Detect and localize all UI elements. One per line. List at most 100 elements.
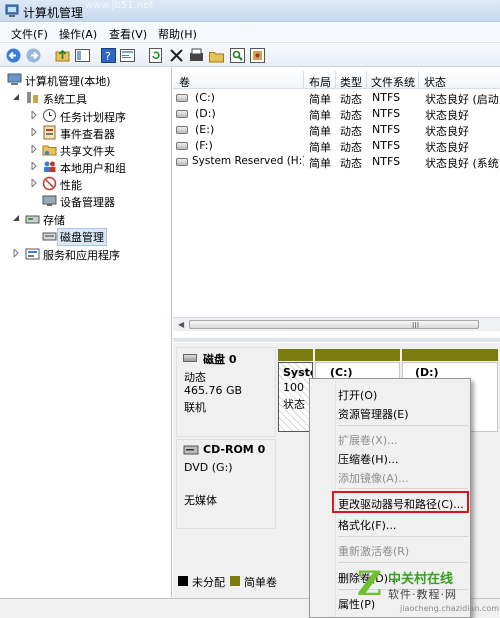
column-header-layout[interactable]: 布局 [309,74,331,90]
scrollbar-thumb[interactable]: III [189,320,479,330]
window-title: 计算机管理 [23,6,84,20]
volume-drive-icon [176,158,188,166]
column-divider[interactable] [335,71,336,89]
tree-item-performance[interactable]: 性能 [0,175,170,193]
volume-status: 状态良好 (启动, [425,93,500,106]
menu-item-change-drive-letter[interactable]: 更改驱动器号和路径(C)... [338,496,464,512]
column-header-type[interactable]: 类型 [340,74,362,90]
collapsed-arrow-icon[interactable] [30,179,38,187]
collapsed-arrow-icon[interactable] [12,249,20,257]
horizontal-scrollbar[interactable]: ◀ III [173,317,500,331]
column-divider[interactable] [366,71,367,89]
navigation-tree: 计算机管理(本地) 系统工具 任务计划程序 事件查看器 共享文件夹 本地用户和组… [0,68,172,598]
volume-layout: 简单 [309,157,331,170]
volume-layout: 简单 [309,109,331,122]
help-icon[interactable]: ? [100,47,117,64]
collapsed-arrow-icon[interactable] [30,162,38,170]
scroll-left-arrow-icon[interactable]: ◀ [178,320,184,329]
cdrom-icon [183,445,199,455]
tree-item-services-applications[interactable]: 服务和应用程序 [0,245,170,263]
column-header-volume[interactable]: 卷 [179,74,190,90]
volume-type: 动态 [340,125,362,138]
tree-label: 事件查看器 [60,128,115,141]
volume-status: 状态良好 [425,141,469,154]
volume-row[interactable]: (E:) 简单 动态 NTFS 状态良好 [173,122,500,138]
forward-icon[interactable] [25,47,42,64]
partition-status: 状态 [283,398,305,411]
volume-row[interactable]: (D:) 简单 动态 NTFS 状态良好 [173,106,500,122]
tree-label: 系统工具 [43,93,87,106]
expanded-arrow-icon[interactable] [12,93,20,101]
volume-drive-icon [176,142,188,150]
toolbar: ? [0,44,500,67]
column-header-filesystem[interactable]: 文件系统 [371,74,415,90]
search-icon[interactable] [229,47,246,64]
tree-item-event-viewer[interactable]: 事件查看器 [0,124,170,142]
tree-label: 磁盘管理 [57,228,107,246]
collapsed-arrow-icon[interactable] [30,128,38,136]
top-watermark: www.jb51.net [85,0,154,11]
volume-status: 状态良好 [425,109,469,122]
tree-item-local-users-groups[interactable]: 本地用户和组 [0,158,170,176]
disk-props-icon[interactable] [188,47,205,64]
properties-icon[interactable] [119,47,136,64]
volume-layout: 简单 [309,93,331,106]
delete-icon[interactable] [168,47,185,64]
disk-size: 465.76 GB [184,384,243,397]
disk-state: 无媒体 [184,494,217,507]
tree-item-shared-folders[interactable]: 共享文件夹 [0,141,170,159]
volume-list-header: 卷 布局 类型 文件系统 状态 [173,71,500,89]
column-divider[interactable] [303,71,304,89]
volume-row[interactable]: System Reserved (H:) 简单 动态 NTFS 状态良好 (系统… [173,154,500,170]
refresh-icon[interactable] [147,47,164,64]
volume-row[interactable]: (F:) 简单 动态 NTFS 状态良好 [173,138,500,154]
menu-item-explorer[interactable]: 资源管理器(E) [338,406,409,422]
show-tree-icon[interactable] [74,47,91,64]
wizard-icon[interactable] [249,47,266,64]
computer-management-icon [5,4,19,17]
volume-drive-icon [176,94,188,102]
tree-item-computer-management[interactable]: 计算机管理(本地) [0,71,170,89]
shared-folder-icon [42,145,57,156]
up-folder-icon[interactable] [54,47,71,64]
tree-item-storage[interactable]: 存储 [0,210,170,228]
volume-layout: 简单 [309,125,331,138]
tree-item-disk-management[interactable]: 磁盘管理 [0,227,170,246]
menu-action[interactable]: 操作(A) [59,26,97,42]
tree-item-system-tools[interactable]: 系统工具 [0,89,170,107]
cdrom-0-label[interactable]: CD-ROM 0 DVD (G:) 无媒体 [176,439,276,529]
menu-item-format[interactable]: 格式化(F)... [338,517,396,533]
scrollbar-grip: III [412,321,420,330]
partition-system-reserved[interactable]: Syste 100 状态 [278,362,313,432]
tree-item-task-scheduler[interactable]: 任务计划程序 [0,107,170,125]
menu-view[interactable]: 查看(V) [109,26,147,42]
back-icon[interactable] [5,47,22,64]
tree-label: 存储 [43,214,65,227]
disk-0-label[interactable]: 磁盘 0 动态 465.76 GB 联机 [176,347,276,437]
computer-management-icon [7,73,22,85]
volume-layout: 简单 [309,141,331,154]
menu-file[interactable]: 文件(F) [11,26,48,42]
volume-filesystem: NTFS [372,139,401,152]
collapsed-arrow-icon[interactable] [30,111,38,119]
menu-item-shrink-volume[interactable]: 压缩卷(H)... [338,451,398,467]
column-divider[interactable] [418,71,419,89]
volume-row[interactable]: (C:) 简单 动态 NTFS 状态良好 (启动, [173,90,500,106]
menu-item-open[interactable]: 打开(O) [338,387,377,403]
disk-type: DVD (G:) [184,461,233,474]
tools-icon [27,92,38,103]
event-viewer-icon [43,125,56,140]
volume-name: (C:) [195,91,215,104]
expanded-arrow-icon[interactable] [12,214,20,222]
column-header-status[interactable]: 状态 [424,74,446,90]
menu-help[interactable]: 帮助(H) [158,26,197,42]
pane-splitter[interactable] [173,338,500,342]
disk-state: 联机 [184,401,206,414]
disk-type: 动态 [184,371,206,384]
tree-item-device-manager[interactable]: 设备管理器 [0,192,170,210]
tree-label: 性能 [60,179,82,192]
volume-type: 动态 [340,93,362,106]
clock-icon [43,109,56,122]
collapsed-arrow-icon[interactable] [30,145,38,153]
open-icon[interactable] [208,47,225,64]
